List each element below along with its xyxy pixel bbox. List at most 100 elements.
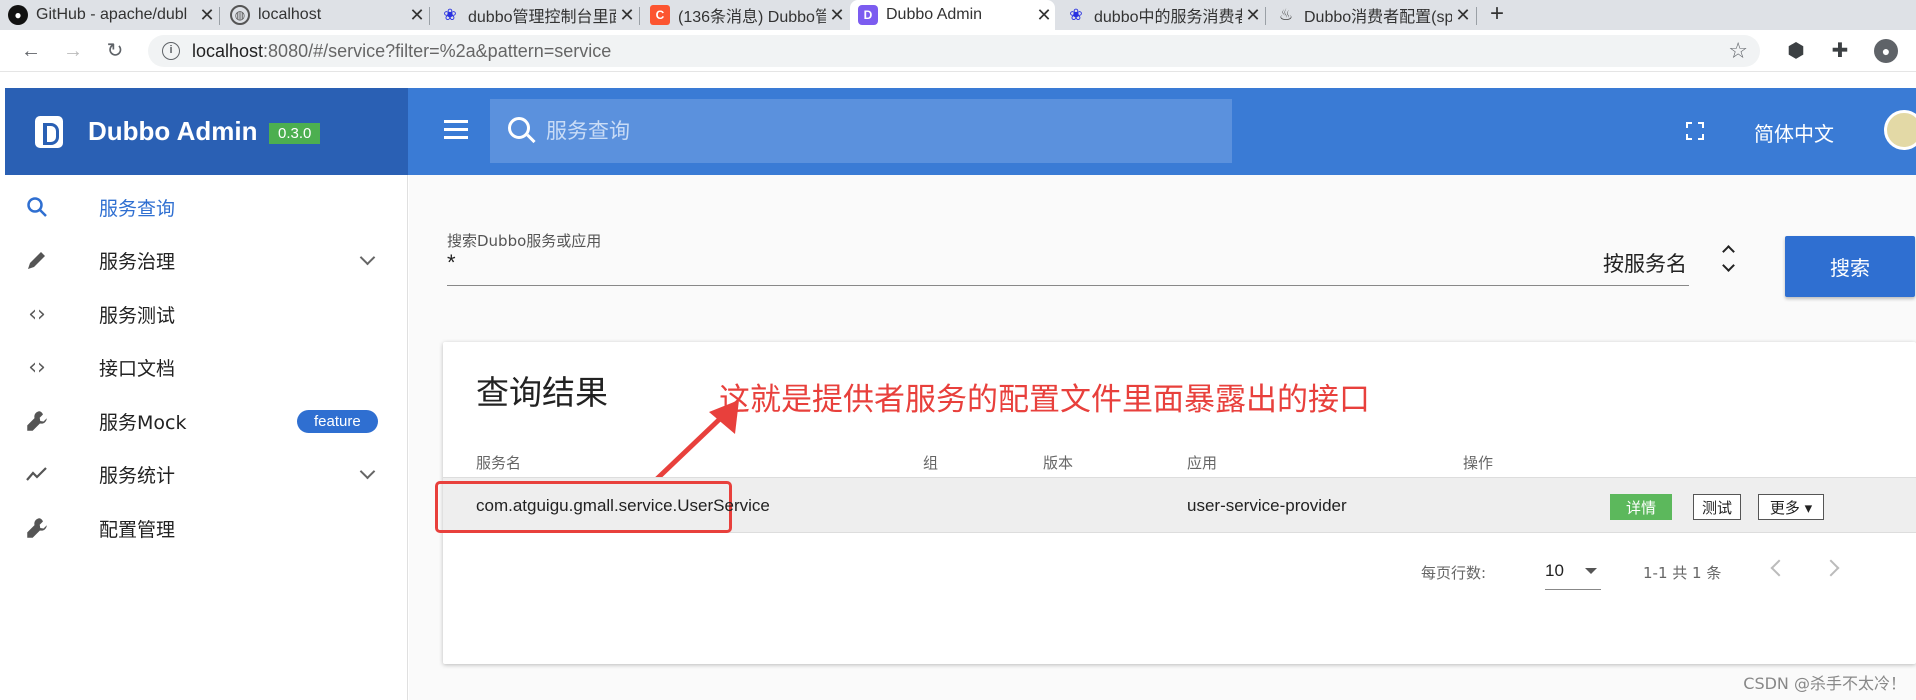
select-arrows-icon[interactable] bbox=[1719, 243, 1739, 277]
sidebar-item-label: 服务统计 bbox=[99, 464, 176, 487]
tab-title: GitHub - apache/dubl bbox=[36, 6, 188, 23]
browser-tab[interactable]: ❀ dubbo管理控制台里面 ✕ bbox=[432, 0, 638, 30]
chevron-left-icon[interactable] bbox=[1770, 559, 1788, 577]
close-icon[interactable]: ✕ bbox=[826, 5, 848, 26]
language-selector[interactable]: 简体中文 bbox=[1754, 118, 1834, 147]
search-icon bbox=[508, 117, 530, 139]
tab-title: Dubbo消费者配置(spr bbox=[1304, 9, 1452, 26]
profile-icon[interactable]: ● bbox=[1874, 39, 1898, 63]
search-type-select[interactable]: 按服务名 bbox=[1603, 248, 1687, 278]
search-button[interactable]: 搜索 bbox=[1785, 236, 1915, 297]
service-search-field[interactable]: 搜索Dubbo服务或应用 * bbox=[447, 230, 1689, 290]
url-text[interactable]: localhost:8080/#/service?filter=%2a&patt… bbox=[192, 41, 611, 62]
field-underline bbox=[447, 285, 1689, 286]
global-search[interactable] bbox=[490, 99, 1232, 163]
rows-per-page-label: 每页行数: bbox=[1421, 564, 1487, 582]
github-icon: ● bbox=[8, 5, 28, 25]
url-host: localhost bbox=[192, 41, 264, 61]
wrench-icon bbox=[22, 406, 52, 436]
global-search-input[interactable] bbox=[546, 115, 1206, 147]
page-range-text: 1-1 共 1 条 bbox=[1643, 564, 1722, 582]
tab-separator bbox=[639, 7, 640, 25]
browser-tab[interactable]: C (136条消息) Dubbo管 ✕ bbox=[642, 0, 848, 30]
app-cell: user-service-provider bbox=[1187, 496, 1347, 515]
top-app-bar: 简体中文 bbox=[408, 88, 1916, 175]
baidu-icon: ❀ bbox=[1069, 7, 1083, 24]
chevron-down-icon[interactable] bbox=[358, 464, 378, 484]
sidebar-item-config[interactable]: 配置管理 bbox=[0, 496, 408, 560]
browser-tab[interactable]: ● GitHub - apache/dubl ✕ bbox=[0, 0, 218, 30]
select-underline bbox=[1545, 589, 1601, 590]
close-icon[interactable]: ✕ bbox=[616, 5, 638, 26]
dubbo-icon: D bbox=[858, 5, 878, 25]
column-header-version: 版本 bbox=[1043, 454, 1074, 472]
sidebar-item-label: 接口文档 bbox=[99, 357, 176, 380]
caret-down-icon[interactable] bbox=[1585, 568, 1597, 574]
forward-icon[interactable]: → bbox=[60, 38, 86, 64]
rows-per-page-select[interactable]: 10 bbox=[1545, 561, 1564, 581]
close-icon[interactable]: ✕ bbox=[1033, 5, 1055, 26]
annotation-text: 这就是提供者服务的配置文件里面暴露出的接口 bbox=[719, 382, 1370, 418]
results-title: 查询结果 bbox=[476, 373, 608, 412]
dubbo-admin-app: Dubbo Admin 0.3.0 简体中文 服务查询 服务 bbox=[0, 88, 1916, 700]
tab-title: dubbo中的服务消费者 bbox=[1094, 9, 1242, 26]
version-badge: 0.3.0 bbox=[269, 123, 321, 144]
chevron-right-icon[interactable] bbox=[1822, 559, 1840, 577]
brand-name: Dubbo Admin bbox=[88, 116, 258, 146]
search-field-value[interactable]: * bbox=[447, 250, 456, 276]
new-tab-button[interactable]: + bbox=[1482, 0, 1512, 30]
sidebar-item-label: 服务测试 bbox=[99, 304, 176, 327]
tab-title: (136条消息) Dubbo管 bbox=[678, 9, 826, 26]
test-button[interactable]: 测试 bbox=[1693, 494, 1741, 520]
code-icon: ‹› bbox=[28, 301, 46, 327]
csdn-icon: C bbox=[650, 5, 670, 25]
sidebar: 服务查询 服务治理 ‹› 服务测试 ‹› 接口文档 服务Mock feature bbox=[0, 175, 408, 700]
extensions-puzzle-icon[interactable]: ✚ bbox=[1828, 39, 1852, 63]
baidu-icon: ❀ bbox=[443, 7, 457, 24]
pencil-icon bbox=[22, 245, 52, 275]
browser-toolbar: ← → ↻ i localhost:8080/#/service?filter=… bbox=[0, 30, 1916, 72]
browser-tab[interactable]: ♨ Dubbo消费者配置(spr ✕ bbox=[1268, 0, 1474, 30]
sidebar-item-label: 服务治理 bbox=[99, 250, 176, 273]
close-icon[interactable]: ✕ bbox=[1452, 5, 1474, 26]
sidebar-item-label: 服务查询 bbox=[99, 197, 176, 220]
address-bar[interactable]: i localhost:8080/#/service?filter=%2a&pa… bbox=[148, 35, 1760, 67]
feature-badge: feature bbox=[297, 409, 378, 433]
service-name-cell[interactable]: com.atguigu.gmall.service.UserService bbox=[476, 496, 770, 516]
watermark: CSDN @杀手不太冷！ bbox=[1743, 674, 1906, 693]
brand-bar: Dubbo Admin 0.3.0 bbox=[5, 88, 408, 175]
browser-tab-strip: ● GitHub - apache/dubl ✕ ◍ localhost ✕ ❀… bbox=[0, 0, 1916, 30]
menu-icon[interactable] bbox=[444, 120, 468, 140]
extension-cube-icon[interactable]: ⬢ bbox=[1784, 39, 1808, 63]
dubbo-logo-icon bbox=[35, 116, 63, 148]
search-icon bbox=[22, 192, 52, 222]
browser-tab-active[interactable]: D Dubbo Admin ✕ bbox=[850, 0, 1055, 30]
reload-icon[interactable]: ↻ bbox=[102, 38, 128, 64]
site-info-icon[interactable]: i bbox=[162, 42, 180, 60]
browser-tab[interactable]: ❀ dubbo中的服务消费者 ✕ bbox=[1058, 0, 1264, 30]
tab-title: dubbo管理控制台里面 bbox=[468, 9, 616, 26]
tab-separator bbox=[429, 7, 430, 25]
tab-separator bbox=[219, 7, 220, 25]
detail-button[interactable]: 详情 bbox=[1610, 494, 1672, 520]
results-table-header: 服务名 组 版本 应用 操作 bbox=[443, 422, 1916, 478]
wrench-icon bbox=[22, 513, 52, 543]
back-icon[interactable]: ← bbox=[18, 38, 44, 64]
spring-icon: ♨ bbox=[1278, 7, 1294, 24]
bookmark-star-icon[interactable]: ☆ bbox=[1728, 38, 1748, 64]
tab-separator bbox=[1265, 7, 1266, 25]
avatar[interactable] bbox=[1884, 110, 1916, 150]
close-icon[interactable]: ✕ bbox=[1242, 5, 1264, 26]
more-button[interactable]: 更多 ▾ bbox=[1758, 494, 1824, 520]
column-header-service: 服务名 bbox=[476, 454, 522, 472]
fullscreen-icon[interactable] bbox=[1686, 122, 1704, 140]
column-header-app: 应用 bbox=[1187, 454, 1218, 472]
chevron-down-icon[interactable] bbox=[358, 250, 378, 270]
url-path: :8080/#/service?filter=%2a&pattern=servi… bbox=[263, 41, 612, 61]
browser-tab[interactable]: ◍ localhost ✕ bbox=[222, 0, 428, 30]
close-icon[interactable]: ✕ bbox=[196, 5, 218, 26]
table-row[interactable]: com.atguigu.gmall.service.UserService us… bbox=[435, 477, 1916, 533]
globe-icon: ◍ bbox=[230, 5, 250, 25]
main-content: 搜索Dubbo服务或应用 * 按服务名 搜索 查询结果 这就是提供者服务的配置文… bbox=[409, 175, 1916, 700]
close-icon[interactable]: ✕ bbox=[406, 5, 428, 26]
